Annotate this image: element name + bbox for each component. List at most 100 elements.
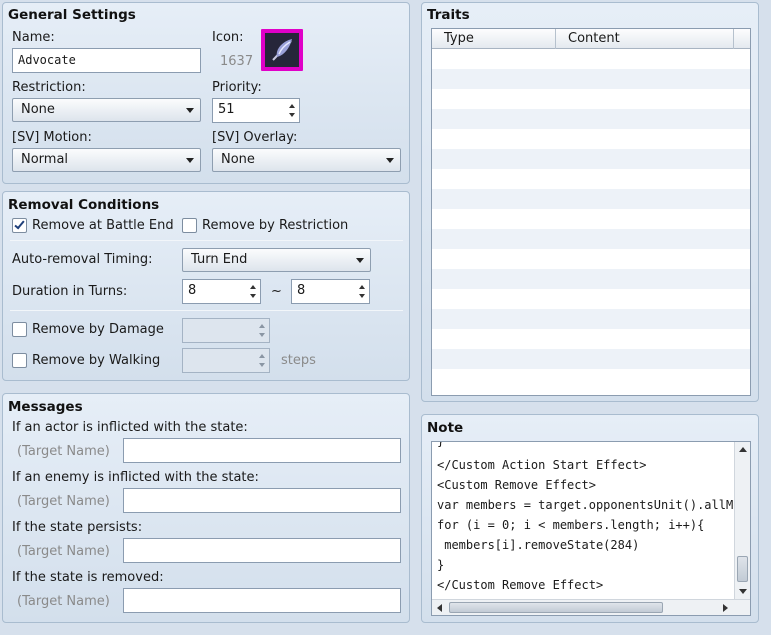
note-line: </Custom Action Start Effect> <box>437 458 647 472</box>
stepper-up-icon[interactable] <box>289 104 295 108</box>
table-row[interactable] <box>432 269 750 289</box>
note-horizontal-scrollbar[interactable] <box>432 599 750 615</box>
checkmark-icon <box>14 218 25 230</box>
table-row[interactable] <box>432 369 750 389</box>
duration-tilde: ~ <box>271 284 282 299</box>
enemy-target-name: (Target Name) <box>17 494 110 509</box>
table-row[interactable] <box>432 329 750 349</box>
priority-label: Priority: <box>212 80 262 95</box>
note-line: members[i].removeState(284) <box>437 538 640 552</box>
remove-restriction-checkbox[interactable] <box>182 218 197 233</box>
table-row[interactable] <box>432 89 750 109</box>
duration-max-value: 8 <box>297 283 306 298</box>
table-row[interactable] <box>432 229 750 249</box>
note-vertical-scrollbar[interactable] <box>734 442 750 599</box>
stepper-down-icon <box>259 333 265 337</box>
column-header-content[interactable]: Content <box>556 29 734 49</box>
stepper-down-icon[interactable] <box>250 294 256 298</box>
icon-picker[interactable] <box>261 29 303 71</box>
table-row[interactable] <box>432 209 750 229</box>
table-row[interactable] <box>432 289 750 309</box>
note-line: for (i = 0; i < members.length; i++){ <box>437 518 705 532</box>
auto-timing-select[interactable]: Turn End <box>182 248 371 272</box>
table-row[interactable] <box>432 69 750 89</box>
table-row[interactable] <box>432 49 750 69</box>
messages-panel: Messages If an actor is inflicted with t… <box>2 393 410 623</box>
table-row[interactable] <box>432 189 750 209</box>
remove-battle-end-checkbox[interactable] <box>12 218 27 233</box>
persists-message-input[interactable] <box>123 538 401 563</box>
stepper-up-icon[interactable] <box>359 285 365 289</box>
remove-damage-stepper <box>182 318 270 343</box>
table-row[interactable] <box>432 309 750 329</box>
scroll-up-icon[interactable] <box>739 447 747 452</box>
restriction-select[interactable]: None <box>12 98 201 122</box>
remove-walking-checkbox[interactable] <box>12 353 27 368</box>
icon-index: 1637 <box>220 54 254 69</box>
removal-conditions-title: Removal Conditions <box>8 197 160 213</box>
scroll-right-icon[interactable] <box>723 604 728 612</box>
table-row[interactable] <box>432 129 750 149</box>
sv-overlay-label: [SV] Overlay: <box>212 130 298 145</box>
enemy-message-input[interactable] <box>123 488 401 513</box>
name-input[interactable]: Advocate <box>12 48 201 73</box>
persists-message-label: If the state persists: <box>12 520 143 535</box>
duration-max-stepper[interactable]: 8 <box>291 279 370 304</box>
table-row[interactable] <box>432 149 750 169</box>
remove-walking-stepper <box>182 348 270 373</box>
chevron-down-icon <box>186 108 194 113</box>
traits-panel: Traits Type Content <box>421 2 759 402</box>
general-settings-panel: General Settings Name: Advocate Icon: 16… <box>2 2 410 184</box>
remove-damage-checkbox[interactable] <box>12 322 27 337</box>
auto-timing-label: Auto-removal Timing: <box>12 252 153 267</box>
note-line: <Custom Remove Effect> <box>437 478 596 492</box>
table-row[interactable] <box>432 169 750 189</box>
remove-damage-label[interactable]: Remove by Damage <box>32 322 164 337</box>
scroll-left-icon[interactable] <box>437 604 442 612</box>
table-row[interactable] <box>432 109 750 129</box>
auto-timing-value: Turn End <box>191 252 248 267</box>
general-settings-title: General Settings <box>8 7 136 23</box>
persists-target-name: (Target Name) <box>17 544 110 559</box>
actor-message-input[interactable] <box>123 438 401 463</box>
stepper-up-icon <box>259 324 265 328</box>
remove-walking-label[interactable]: Remove by Walking <box>32 353 160 368</box>
restriction-value: None <box>21 102 55 117</box>
removed-message-input[interactable] <box>123 588 401 613</box>
sv-motion-select[interactable]: Normal <box>12 148 201 172</box>
table-row[interactable] <box>432 249 750 269</box>
sv-overlay-select[interactable]: None <box>212 148 401 172</box>
scroll-down-icon[interactable] <box>739 589 747 594</box>
removal-conditions-panel: Removal Conditions Remove at Battle End … <box>2 191 410 381</box>
note-line: } <box>437 558 445 572</box>
stepper-down-icon[interactable] <box>359 294 365 298</box>
traits-title: Traits <box>427 7 470 23</box>
note-panel: Note } </Custom Action Start Effect> <Cu… <box>421 414 759 623</box>
column-header-type[interactable]: Type <box>432 29 556 49</box>
enemy-message-label: If an enemy is inflicted with the state: <box>12 470 259 485</box>
remove-battle-end-label[interactable]: Remove at Battle End <box>32 218 174 233</box>
feather-icon <box>265 33 299 67</box>
note-line: </Custom Remove Effect> <box>437 578 604 592</box>
note-textarea[interactable]: } </Custom Action Start Effect> <Custom … <box>431 441 751 616</box>
note-line: var members = target.opponentsUnit().all… <box>437 498 748 512</box>
sv-motion-value: Normal <box>21 152 69 167</box>
table-row[interactable] <box>432 349 750 369</box>
actor-target-name: (Target Name) <box>17 444 110 459</box>
traits-table[interactable]: Type Content <box>431 28 751 396</box>
name-label: Name: <box>12 30 55 45</box>
divider <box>10 310 403 311</box>
removed-message-label: If the state is removed: <box>12 570 164 585</box>
stepper-up-icon[interactable] <box>250 285 256 289</box>
priority-stepper[interactable]: 51 <box>212 98 300 123</box>
stepper-down-icon[interactable] <box>289 113 295 117</box>
stepper-down-icon <box>259 363 265 367</box>
duration-min-stepper[interactable]: 8 <box>182 279 261 304</box>
note-line: } <box>437 441 445 448</box>
stepper-up-icon <box>259 354 265 358</box>
remove-restriction-label[interactable]: Remove by Restriction <box>202 218 348 233</box>
scrollbar-thumb[interactable] <box>449 602 663 613</box>
duration-min-value: 8 <box>188 283 197 298</box>
scrollbar-thumb[interactable] <box>737 556 748 582</box>
actor-message-label: If an actor is inflicted with the state: <box>12 420 248 435</box>
